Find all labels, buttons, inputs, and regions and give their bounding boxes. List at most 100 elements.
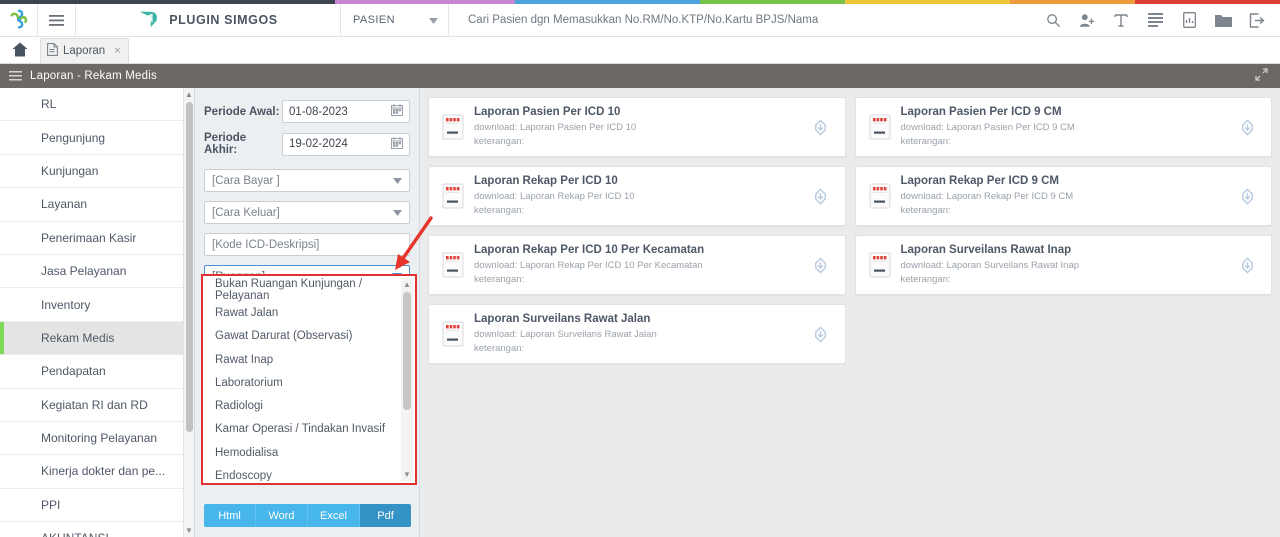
chevron-down-icon[interactable]: ▼	[401, 468, 413, 481]
download-cloud-icon[interactable]	[1234, 118, 1260, 137]
chevron-up-icon[interactable]: ▲	[184, 88, 194, 101]
report-document-icon[interactable]	[1172, 4, 1206, 37]
sidebar-item-label: Inventory	[41, 298, 90, 312]
sidebar-item-rl[interactable]: RL	[0, 88, 194, 121]
report-card-text: Laporan Pasien Per ICD 10download: Lapor…	[467, 106, 808, 149]
periode-akhir-input[interactable]: 19-02-2024	[282, 133, 410, 156]
report-download-label: download: Laporan Surveilans Rawat Jalan	[474, 328, 808, 342]
dropdown-option[interactable]: Laboratorium	[205, 371, 413, 394]
download-cloud-icon[interactable]	[1234, 256, 1260, 275]
sidebar-item-rekam-medis[interactable]: Rekam Medis	[0, 322, 194, 355]
close-icon[interactable]: ×	[114, 45, 120, 57]
logout-icon[interactable]	[1240, 4, 1274, 37]
download-cloud-icon[interactable]	[808, 325, 834, 344]
sidebar-item-label: RL	[41, 97, 56, 111]
report-keterangan-label: keterangan:	[474, 135, 808, 149]
sidebar-item-jasa-pelayanan[interactable]: Jasa Pelayanan	[0, 255, 194, 288]
report-keterangan-label: keterangan:	[474, 273, 808, 287]
report-document-icon	[439, 321, 467, 347]
chevron-up-icon[interactable]: ▲	[401, 278, 413, 291]
periode-akhir-label: Periode Akhir:	[204, 132, 282, 156]
sidebar-item-akuntansi[interactable]: AKUNTANSI	[0, 522, 194, 537]
download-cloud-icon[interactable]	[808, 118, 834, 137]
sidebar-item-monitoring-pelayanan[interactable]: Monitoring Pelayanan	[0, 422, 194, 455]
calendar-icon[interactable]	[391, 104, 403, 119]
expand-arrows-icon[interactable]	[1255, 68, 1280, 84]
document-icon	[47, 43, 58, 59]
dropdown-option[interactable]: Rawat Jalan	[205, 301, 413, 324]
sidebar-item-kinerja-dokter-dan-pe[interactable]: Kinerja dokter dan pe...	[0, 455, 194, 488]
brand-area[interactable]: PLUGIN SIMGOS	[76, 4, 341, 37]
list-icon[interactable]	[1138, 4, 1172, 37]
dropdown-option[interactable]: Rawat Inap	[205, 348, 413, 371]
report-card-text: Laporan Surveilans Rawat Inapdownload: L…	[894, 244, 1235, 287]
sidebar-item-pendapatan[interactable]: Pendapatan	[0, 355, 194, 388]
hamburger-menu-icon[interactable]	[38, 4, 76, 37]
text-format-icon[interactable]	[1104, 4, 1138, 37]
report-title: Laporan Surveilans Rawat Jalan	[474, 313, 808, 325]
download-cloud-icon[interactable]	[808, 187, 834, 206]
add-user-icon[interactable]	[1070, 4, 1104, 37]
report-card[interactable]: Laporan Surveilans Rawat Inapdownload: L…	[855, 235, 1273, 295]
dropdown-option[interactable]: Gawat Darurat (Observasi)	[205, 325, 413, 348]
sidebar-item-ppi[interactable]: PPI	[0, 489, 194, 522]
dropdown-option[interactable]: Endoscopy	[205, 464, 413, 481]
chevron-down-icon	[393, 208, 402, 218]
report-card[interactable]: Laporan Rekap Per ICD 10download: Lapora…	[428, 166, 846, 226]
report-card-text: Laporan Pasien Per ICD 9 CMdownload: Lap…	[894, 106, 1235, 149]
report-column-left: Laporan Pasien Per ICD 10download: Lapor…	[428, 97, 846, 364]
report-title: Laporan Rekap Per ICD 9 CM	[901, 175, 1235, 187]
tab-laporan[interactable]: Laporan ×	[40, 38, 129, 63]
export-pdf-button[interactable]: Pdf	[360, 504, 411, 527]
sidebar-item-layanan[interactable]: Layanan	[0, 188, 194, 221]
context-select-value: PASIEN	[341, 14, 429, 26]
dropdown-option[interactable]: Kamar Operasi / Tindakan Invasif	[205, 418, 413, 441]
export-word-button[interactable]: Word	[256, 504, 308, 527]
sidebar-item-penerimaan-kasir[interactable]: Penerimaan Kasir	[0, 222, 194, 255]
periode-awal-input[interactable]: 01-08-2023	[282, 100, 410, 123]
simgos-pinwheel-logo-icon[interactable]	[0, 4, 38, 37]
cara-bayar-select[interactable]: [Cara Bayar ]	[204, 169, 410, 192]
dropdown-scrollbar-thumb[interactable]	[403, 292, 411, 410]
dropdown-option[interactable]: Hemodialisa	[205, 441, 413, 464]
report-title: Laporan Pasien Per ICD 9 CM	[901, 106, 1235, 118]
cara-keluar-select[interactable]: [Cara Keluar]	[204, 201, 410, 224]
export-excel-button[interactable]: Excel	[308, 504, 360, 527]
folder-icon[interactable]	[1206, 4, 1240, 37]
ruangan-dropdown-list[interactable]: Bukan Ruangan Kunjungan / PelayananRawat…	[205, 278, 413, 481]
ruangan-dropdown-highlight: Bukan Ruangan Kunjungan / PelayananRawat…	[201, 274, 417, 485]
report-card[interactable]: Laporan Rekap Per ICD 10 Per Kecamatando…	[428, 235, 846, 295]
context-select[interactable]: PASIEN	[341, 4, 449, 37]
report-card[interactable]: Laporan Surveilans Rawat Jalan download: …	[428, 304, 846, 364]
sidebar-item-pengunjung[interactable]: Pengunjung	[0, 121, 194, 154]
dropdown-option[interactable]: Bukan Ruangan Kunjungan / Pelayanan	[205, 278, 413, 301]
sidebar-item-label: Layanan	[41, 197, 87, 211]
hamburger-menu-icon[interactable]	[0, 71, 30, 81]
page-header: Laporan - Rekam Medis	[0, 64, 1280, 88]
report-title: Laporan Rekap Per ICD 10	[474, 175, 808, 187]
export-html-button[interactable]: Html	[204, 504, 256, 527]
kode-icd-input[interactable]: [Kode ICD-Deskripsi]	[204, 233, 410, 256]
download-cloud-icon[interactable]	[808, 256, 834, 275]
sidebar-scrollbar-thumb[interactable]	[186, 102, 193, 432]
sidebar-scrollbar[interactable]: ▲ ▼	[183, 88, 194, 537]
chevron-down-icon[interactable]: ▼	[184, 524, 194, 537]
report-card[interactable]: Laporan Pasien Per ICD 10download: Lapor…	[428, 97, 846, 157]
periode-awal-value: 01-08-2023	[289, 106, 348, 118]
sidebar-item-kunjungan[interactable]: Kunjungan	[0, 155, 194, 188]
search-input[interactable]: Cari Pasien dgn Memasukkan No.RM/No.KTP/…	[449, 14, 1036, 26]
calendar-icon[interactable]	[391, 137, 403, 152]
home-icon[interactable]	[0, 36, 40, 63]
sidebar-item-inventory[interactable]: Inventory	[0, 288, 194, 321]
report-card[interactable]: Laporan Rekap Per ICD 9 CMdownload: Lapo…	[855, 166, 1273, 226]
report-keterangan-label: keterangan:	[474, 342, 808, 356]
sidebar-item-kegiatan-ri-dan-rd[interactable]: Kegiatan RI dan RD	[0, 389, 194, 422]
download-cloud-icon[interactable]	[1234, 187, 1260, 206]
search-icon[interactable]	[1036, 4, 1070, 37]
report-card[interactable]: Laporan Pasien Per ICD 9 CMdownload: Lap…	[855, 97, 1273, 157]
export-button-group: Html Word Excel Pdf	[204, 504, 411, 527]
sidebar-item-label: Penerimaan Kasir	[41, 231, 136, 245]
dropdown-scrollbar[interactable]: ▲ ▼	[401, 278, 413, 481]
dropdown-option[interactable]: Radiologi	[205, 394, 413, 417]
sidebar-item-label: Jasa Pelayanan	[41, 264, 126, 278]
